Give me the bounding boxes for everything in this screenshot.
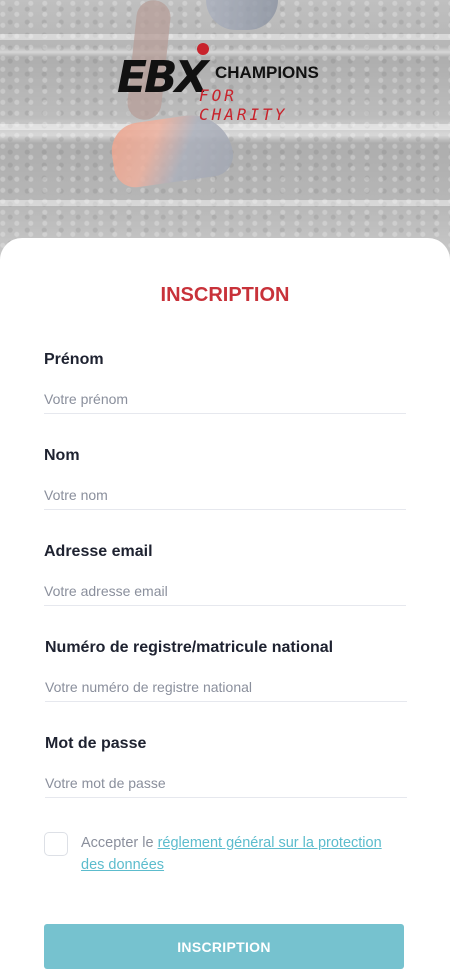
field-label: Numéro de registre/matricule national (45, 639, 334, 656)
logo-ebx: EBX (117, 52, 209, 103)
consent-prefix: Accepter le (81, 835, 158, 851)
logo-tagline: FOR CHARITY (199, 86, 288, 124)
field-label: Prénom (44, 351, 104, 368)
field-email: Adresse email (44, 543, 406, 606)
submit-button[interactable]: INSCRIPTION (44, 924, 404, 969)
lastname-input[interactable] (44, 481, 406, 510)
registration-card: INSCRIPTION Prénom Nom Adresse email Num… (0, 238, 450, 975)
logo-champions: CHAMPIONS (215, 63, 319, 82)
password-input[interactable] (45, 769, 407, 798)
national-register-input[interactable] (45, 673, 407, 702)
field-label: Nom (44, 447, 80, 464)
field-label: Mot de passe (45, 735, 147, 752)
gdpr-checkbox[interactable] (44, 832, 68, 856)
field-firstname: Prénom (44, 351, 406, 414)
email-input[interactable] (44, 577, 406, 606)
field-label: Adresse email (44, 543, 153, 560)
brand-logo: EBX CHAMPIONS FOR CHARITY (117, 42, 337, 124)
field-national-register: Numéro de registre/matricule national (45, 639, 407, 702)
consent-text: Accepter le réglement général sur la pro… (81, 832, 406, 876)
page-title: INSCRIPTION (160, 284, 290, 306)
hero-image: EBX CHAMPIONS FOR CHARITY (0, 0, 450, 260)
logo-dot (197, 43, 209, 55)
field-password: Mot de passe (45, 735, 407, 798)
firstname-input[interactable] (44, 385, 406, 414)
field-lastname: Nom (44, 447, 406, 510)
